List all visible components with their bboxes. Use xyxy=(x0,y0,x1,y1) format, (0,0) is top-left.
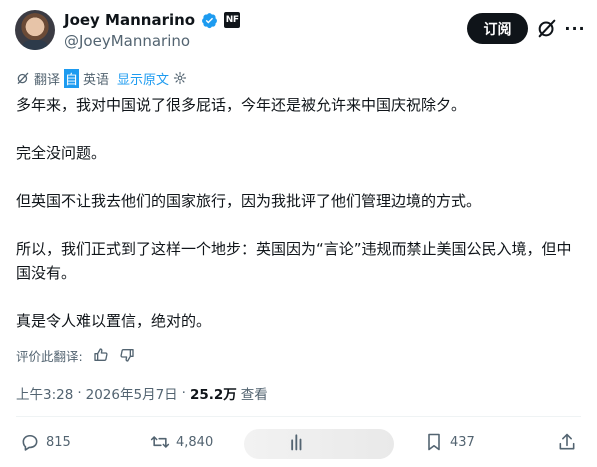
action-bar: 815 4,840 437 xyxy=(16,428,581,459)
repost-count: 4,840 xyxy=(176,434,214,450)
translated-prefix: 翻译 xyxy=(34,72,61,88)
author-handle[interactable]: @JoeyMannarino xyxy=(64,32,190,50)
follow-button[interactable]: 订阅 xyxy=(467,13,528,44)
translation-notice: 翻译自英语 显示原文 xyxy=(16,68,187,88)
reply-count: 815 xyxy=(46,434,71,450)
settings-gear-icon[interactable] xyxy=(173,71,187,85)
rate-translation: 评价此翻译: xyxy=(16,345,135,365)
thumbs-up-icon[interactable] xyxy=(93,347,109,363)
grok-translate-icon xyxy=(17,72,29,84)
reply-button[interactable]: 815 xyxy=(20,432,71,452)
stats-button[interactable] xyxy=(288,432,308,452)
bookmark-count: 437 xyxy=(450,434,475,450)
show-original-link[interactable]: 显示原文 xyxy=(117,69,169,88)
overlay-blur xyxy=(244,429,394,459)
meta-separator: · xyxy=(77,385,82,401)
translated-suffix: 英语 xyxy=(83,72,110,88)
tweet-paragraph: 完全没问题。 xyxy=(16,144,107,162)
views-label: 查看 xyxy=(240,387,268,403)
tweet-paragraph: 真是令人难以置信，绝对的。 xyxy=(16,312,212,330)
repost-button[interactable]: 4,840 xyxy=(150,432,213,452)
repost-icon xyxy=(150,436,170,448)
author-display-name[interactable]: Joey Mannarino xyxy=(64,11,195,29)
share-button[interactable] xyxy=(557,432,577,452)
bookmark-button[interactable]: 437 xyxy=(424,432,475,452)
affiliation-badge[interactable]: NF xyxy=(224,12,241,28)
bookmark-icon xyxy=(428,433,440,451)
tweet-paragraph: 多年来，我对中国说了很多屁话，今年还是被允许来中国庆祝除夕。 xyxy=(16,96,467,114)
divider xyxy=(16,416,581,417)
analytics-icon xyxy=(291,434,302,451)
more-options-icon[interactable]: ··· xyxy=(564,18,586,38)
verified-badge-icon xyxy=(202,12,218,28)
author-name-row: Joey Mannarino NF xyxy=(64,10,241,30)
grok-icon[interactable] xyxy=(536,17,558,39)
share-icon xyxy=(559,433,575,450)
tweet-text: 多年来，我对中国说了很多屁话，今年还是被允许来中国庆祝除夕。 完全没问题。 但英… xyxy=(16,93,584,333)
rate-translation-label: 评价此翻译: xyxy=(16,348,83,364)
tweet-paragraph: 所以，我们正式到了这样一个地步：英国因为“言论”违规而禁止美国公民入境，但中国没… xyxy=(16,240,572,282)
tweet-date[interactable]: 2026年5月7日 xyxy=(86,383,178,403)
translated-highlight: 自 xyxy=(64,68,80,88)
tweet-time[interactable]: 上午3:28 xyxy=(16,383,73,403)
tweet-paragraph: 但英国不让我去他们的国家旅行，因为我批评了他们管理边境的方式。 xyxy=(16,192,482,210)
tweet-meta: 上午3:28 · 2026年5月7日 · 25.2万 查看 xyxy=(16,383,268,403)
meta-separator: · xyxy=(181,385,186,401)
thumbs-down-icon[interactable] xyxy=(119,347,135,363)
reply-icon xyxy=(22,434,38,451)
views-count: 25.2万 xyxy=(189,387,237,403)
avatar[interactable] xyxy=(15,10,55,50)
